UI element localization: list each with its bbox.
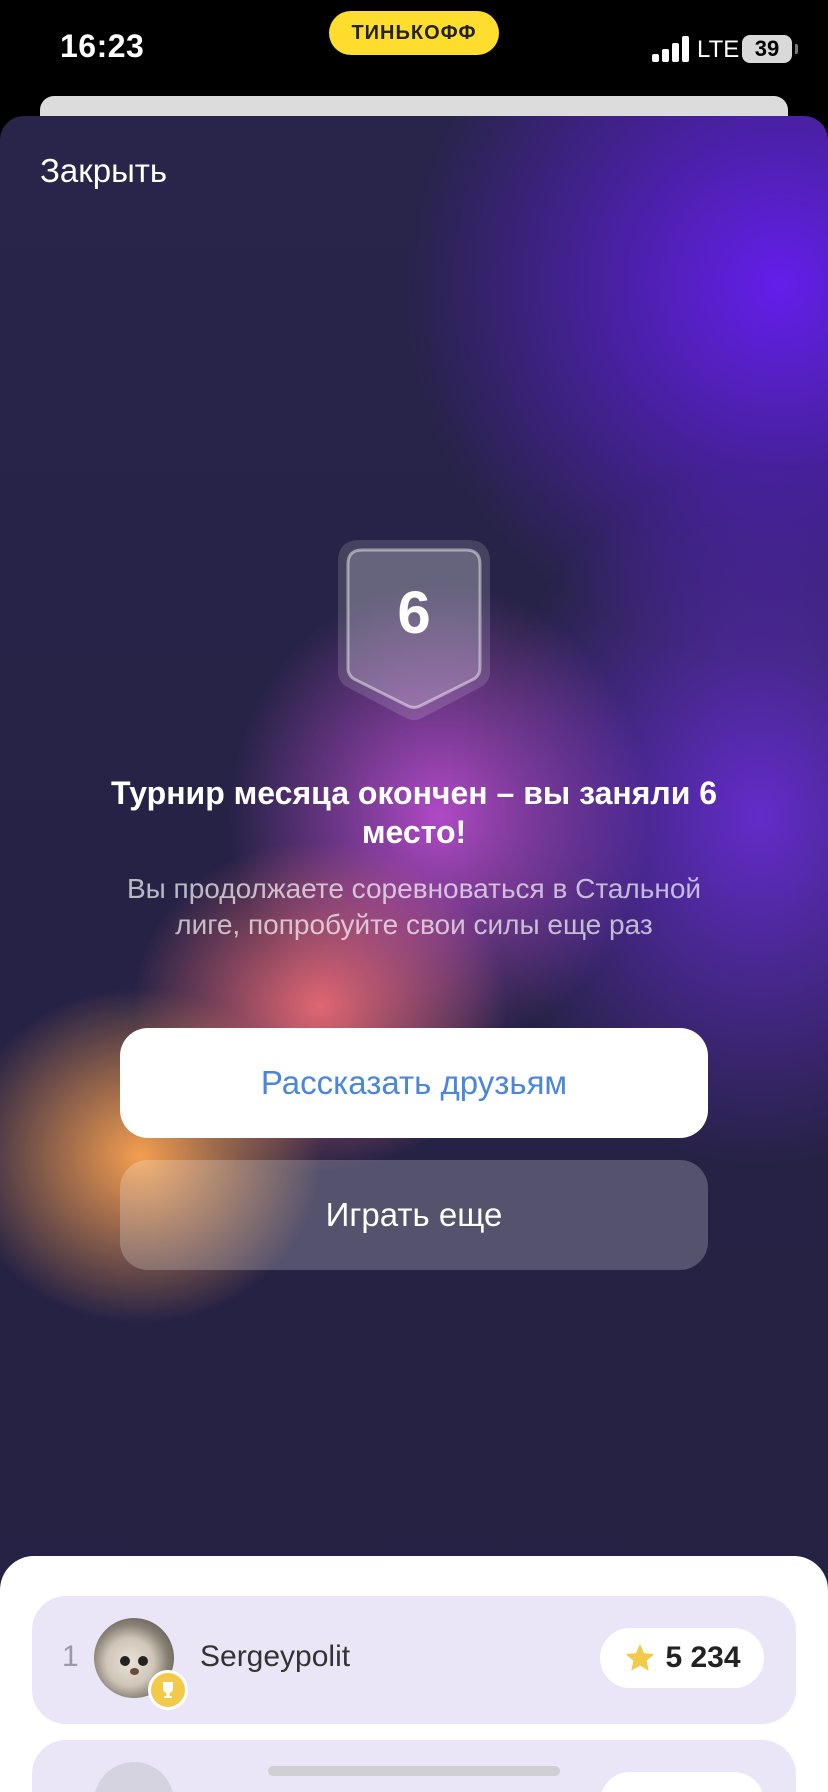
home-indicator bbox=[268, 1766, 560, 1776]
avatar bbox=[94, 1762, 174, 1792]
score-pill: 5 234 bbox=[600, 1628, 764, 1688]
leaderboard-panel: 1 Sergeypolit 5 234 bbox=[0, 1556, 828, 1792]
avatar bbox=[94, 1618, 188, 1710]
battery-level: 39 bbox=[754, 36, 780, 61]
rank-number: 1 bbox=[62, 1640, 79, 1673]
leaderboard-row[interactable]: 1 Sergeypolit 5 234 bbox=[32, 1596, 796, 1724]
share-with-friends-button[interactable]: Рассказать друзьям bbox=[120, 1028, 708, 1138]
network-type: LTE bbox=[697, 36, 740, 63]
result-subtext: Вы продолжаете соревноваться в Стальной … bbox=[126, 873, 702, 940]
trophy-icon bbox=[148, 1670, 188, 1710]
score-pill bbox=[600, 1772, 764, 1792]
result-headline: Турнир месяца окончен – вы заняли 6 мест… bbox=[110, 775, 718, 850]
username: Sergeypolit bbox=[200, 1640, 351, 1673]
star-icon bbox=[626, 1643, 655, 1671]
place-number: 6 bbox=[397, 579, 431, 646]
signal-icon bbox=[652, 36, 692, 62]
battery-icon: 39 bbox=[742, 35, 798, 63]
place-badge: 6 bbox=[338, 540, 490, 722]
brand-pill: ТИНЬКОФФ bbox=[329, 11, 499, 55]
status-time: 16:23 bbox=[60, 28, 145, 64]
tournament-result-modal: Закрыть 6 Турнир месяца окончен – вы зан… bbox=[0, 116, 828, 1792]
close-button[interactable]: Закрыть bbox=[40, 152, 167, 190]
play-again-button[interactable]: Играть еще bbox=[120, 1160, 708, 1270]
status-bar: 16:23 ТИНЬКОФФ LTE 39 bbox=[0, 0, 828, 100]
score-value: 5 234 bbox=[665, 1641, 741, 1674]
